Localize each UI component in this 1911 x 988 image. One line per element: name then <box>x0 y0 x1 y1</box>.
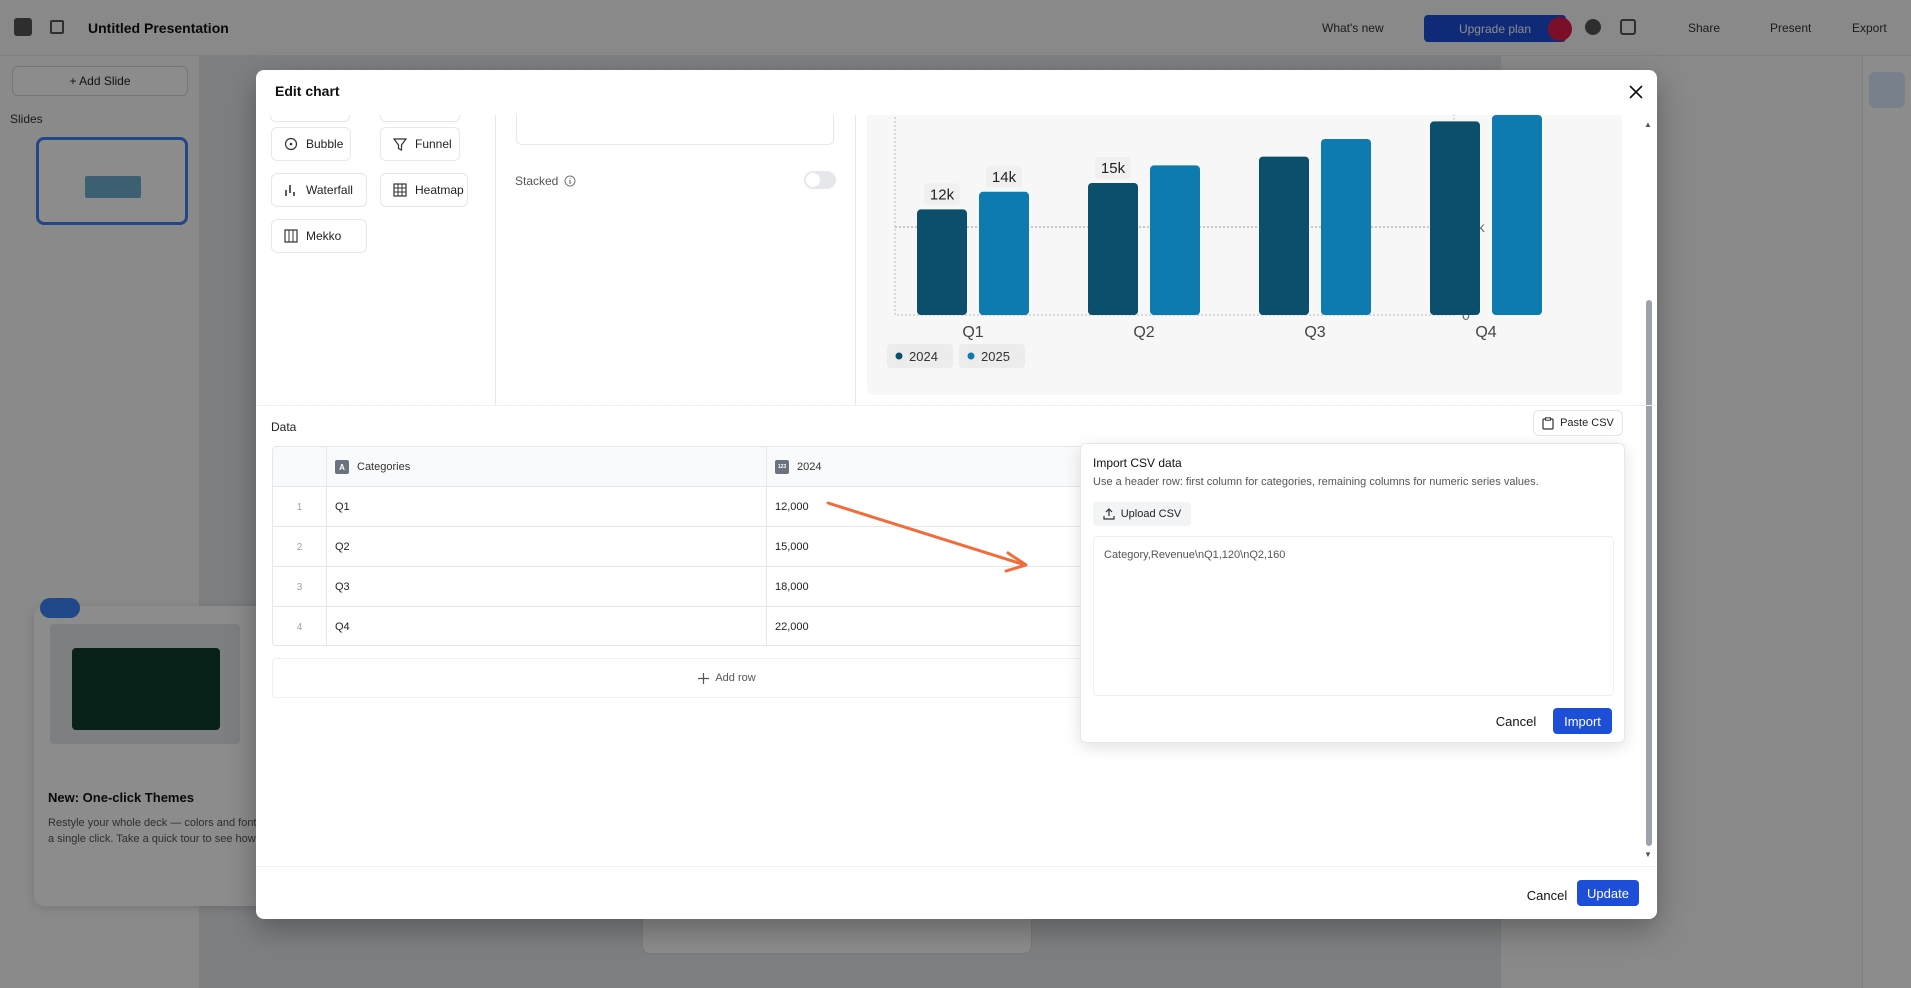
chart-type-label: Mekko <box>306 229 342 243</box>
upload-icon <box>1103 508 1115 520</box>
funnel-icon <box>393 138 407 151</box>
csv-cancel-button[interactable]: Cancel <box>1491 709 1541 733</box>
legend-swatch <box>895 352 903 360</box>
table-row: 3 Q3 18,000 <box>273 567 1181 607</box>
table-header: A Categories 123 2024 <box>273 447 1181 487</box>
column-header-categories[interactable]: A Categories <box>335 447 410 487</box>
heatmap-icon <box>393 183 407 197</box>
bar-chart: 010kQ1Q2Q3Q412k14k15k20242025 <box>887 113 1542 368</box>
row-number: 4 <box>296 621 303 633</box>
number-type-icon: 123 <box>775 460 789 474</box>
update-button[interactable]: Update <box>1577 880 1639 906</box>
option-input[interactable] <box>516 115 834 145</box>
bar <box>1430 121 1480 316</box>
column-header-label: Categories <box>357 461 411 473</box>
data-section-label: Data <box>271 420 297 434</box>
stacked-toggle[interactable] <box>804 171 836 189</box>
bar <box>979 191 1029 315</box>
data-label: 12k <box>930 186 955 203</box>
row-number: 3 <box>296 581 303 593</box>
info-icon[interactable] <box>564 175 576 187</box>
chart-preview: 010kQ1Q2Q3Q412k14k15k20242025 <box>867 113 1622 395</box>
data-label: 14k <box>992 169 1017 186</box>
column-header-2024[interactable]: 123 2024 <box>775 447 821 487</box>
table-row: 2 Q2 15,000 <box>273 527 1181 567</box>
upload-csv-label: Upload CSV <box>1120 508 1182 520</box>
table-row: 4 Q4 22,000 <box>273 607 1181 645</box>
column-header-label: 2024 <box>797 461 822 473</box>
mekko-icon <box>284 229 298 243</box>
chart-type-mekko[interactable]: Mekko <box>271 219 367 253</box>
modal-title: Edit chart <box>275 83 340 99</box>
category-cell[interactable]: Q4 <box>335 607 771 645</box>
data-table: A Categories 123 2024 1 Q1 12,000 2 Q2 1… <box>272 446 1182 646</box>
bar <box>1492 115 1542 315</box>
stacked-label: Stacked <box>515 174 559 188</box>
stacked-option: Stacked <box>515 174 576 188</box>
paste-csv-button[interactable]: Paste CSV <box>1533 410 1623 436</box>
value-cell[interactable]: 22,000 <box>775 607 1075 645</box>
annotation-arrow <box>826 501 1028 573</box>
legend-label: 2025 <box>981 349 1010 364</box>
chart-type-panel: Bubble Funnel Waterfall Heatmap Mekko <box>256 115 496 405</box>
scroll-down-icon[interactable]: ▼ <box>1644 850 1652 859</box>
plus-icon <box>698 672 710 684</box>
legend-label: 2024 <box>909 349 938 364</box>
table-row: 1 Q1 12,000 <box>273 487 1181 527</box>
chart-options-panel <box>496 115 856 405</box>
modal-header: Edit chart <box>256 70 1657 115</box>
bar <box>917 209 967 315</box>
section-divider <box>256 405 1657 406</box>
chart-type-button-partial[interactable] <box>270 115 350 122</box>
column-divider <box>766 447 767 645</box>
bubble-icon <box>284 137 298 151</box>
chart-type-label: Waterfall <box>306 183 353 197</box>
cancel-button[interactable]: Cancel <box>1517 882 1577 908</box>
scroll-up-icon[interactable]: ▲ <box>1644 120 1652 129</box>
popover-title: Import CSV data <box>1093 456 1182 470</box>
chart-type-heatmap[interactable]: Heatmap <box>380 173 468 207</box>
close-icon[interactable] <box>1626 82 1646 102</box>
bar <box>1150 165 1200 315</box>
x-tick-label: Q1 <box>962 324 983 341</box>
text-type-icon: A <box>335 460 349 474</box>
popover-description: Use a header row: first column for categ… <box>1093 476 1539 488</box>
category-cell[interactable]: Q3 <box>335 567 771 607</box>
x-tick-label: Q2 <box>1133 324 1154 341</box>
column-divider <box>326 447 327 645</box>
chart-type-label: Heatmap <box>415 183 464 197</box>
category-cell[interactable]: Q2 <box>335 527 771 567</box>
bar <box>1259 156 1309 315</box>
csv-textarea[interactable]: Category,Revenue\nQ1,120\nQ2,160 <box>1093 536 1614 696</box>
chart-type-button-partial[interactable] <box>380 115 460 122</box>
clipboard-icon <box>1542 416 1554 430</box>
upload-csv-button[interactable]: Upload CSV <box>1093 502 1191 526</box>
add-row-label: Add row <box>715 672 756 684</box>
footer-divider <box>256 866 1657 867</box>
x-tick-label: Q4 <box>1475 324 1496 341</box>
x-tick-label: Q3 <box>1304 324 1325 341</box>
csv-import-button[interactable]: Import <box>1553 708 1612 734</box>
legend-swatch <box>967 352 975 360</box>
chart-type-label: Funnel <box>415 137 452 151</box>
add-row-button[interactable]: Add row <box>272 658 1182 698</box>
import-csv-popover: Import CSV data Use a header row: first … <box>1080 443 1625 743</box>
chart-type-label: Bubble <box>306 137 344 151</box>
category-cell[interactable]: Q1 <box>335 487 771 527</box>
scrollbar-thumb[interactable] <box>1646 300 1652 846</box>
chart-type-funnel[interactable]: Funnel <box>380 127 460 161</box>
chart-type-bubble[interactable]: Bubble <box>271 127 351 161</box>
paste-csv-label: Paste CSV <box>1560 417 1614 429</box>
row-number: 1 <box>296 501 303 513</box>
row-number: 2 <box>296 541 303 553</box>
bar <box>1088 183 1138 315</box>
data-label: 15k <box>1101 160 1126 177</box>
waterfall-icon <box>285 185 295 196</box>
chart-type-waterfall[interactable]: Waterfall <box>271 173 367 207</box>
bar <box>1321 139 1371 315</box>
